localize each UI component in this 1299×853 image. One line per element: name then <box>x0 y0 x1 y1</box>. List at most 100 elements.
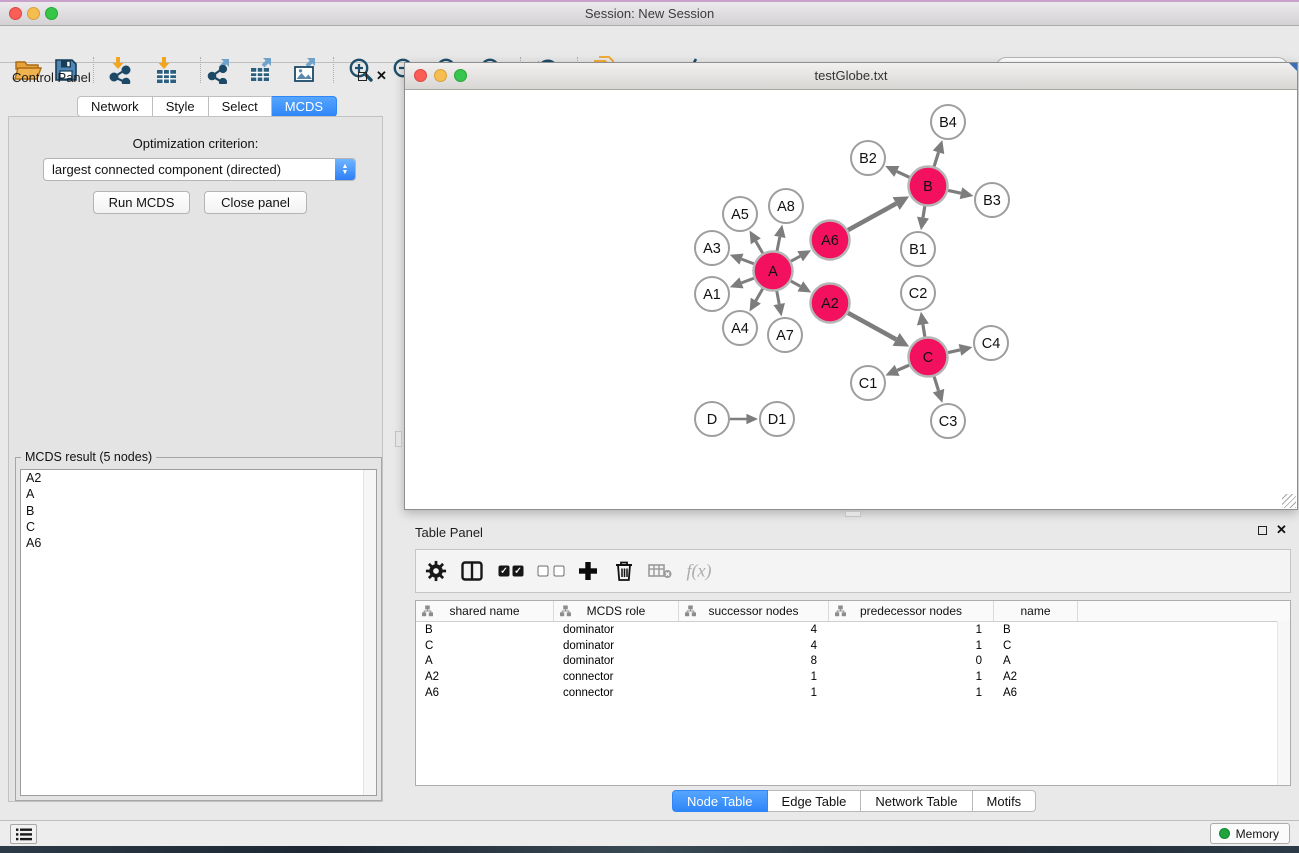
split-divider-grip[interactable] <box>395 431 402 447</box>
table-cell[interactable]: A6 <box>994 687 1078 699</box>
result-list-scrollbar[interactable] <box>363 470 376 795</box>
import-network-button[interactable] <box>102 54 138 86</box>
resize-grip-icon[interactable] <box>1282 494 1296 508</box>
zoom-in-button[interactable] <box>343 54 379 86</box>
edge-A-A6[interactable] <box>791 256 800 261</box>
tab-node-table[interactable]: Node Table <box>672 790 768 812</box>
table-row[interactable]: Cdominator41C <box>416 638 1290 654</box>
edge-A-A7[interactable] <box>777 291 779 304</box>
table-cell[interactable]: A2 <box>416 671 554 683</box>
column-header-predecessor-nodes[interactable]: predecessor nodes <box>829 601 994 621</box>
node-C[interactable]: C <box>909 338 948 377</box>
edge-A-A3[interactable] <box>741 259 753 264</box>
table-cell[interactable]: connector <box>554 687 679 699</box>
column-header-successor-nodes[interactable]: successor nodes <box>679 601 829 621</box>
table-cell[interactable]: 4 <box>679 640 829 652</box>
table-cell[interactable]: dominator <box>554 624 679 636</box>
node-C1[interactable]: C1 <box>851 366 885 400</box>
column-header-MCDS-role[interactable]: MCDS role <box>554 601 679 621</box>
mcds-result-list[interactable]: A2ABCA6 <box>20 469 377 796</box>
select-all-columns-button[interactable]: ✓ ✓ <box>499 566 524 577</box>
node-B2[interactable]: B2 <box>851 141 885 175</box>
table-cell[interactable]: A <box>416 655 554 667</box>
node-C3[interactable]: C3 <box>931 404 965 438</box>
node-A[interactable]: A <box>754 252 793 291</box>
tab-mcds[interactable]: MCDS <box>272 96 337 117</box>
table-cell[interactable]: C <box>994 640 1078 652</box>
edge-A-A5[interactable] <box>756 241 763 253</box>
column-header-name[interactable]: name <box>994 601 1078 621</box>
edge-A6-B[interactable] <box>848 204 896 231</box>
export-image-button[interactable] <box>287 54 323 86</box>
edge-A-A4[interactable] <box>756 289 763 301</box>
edge-A-A1[interactable] <box>741 278 753 283</box>
node-D[interactable]: D <box>695 402 729 436</box>
network-close-button[interactable] <box>414 69 427 82</box>
tab-network[interactable]: Network <box>77 96 153 117</box>
edge-A-A2[interactable] <box>791 281 800 286</box>
node-A1[interactable]: A1 <box>695 277 729 311</box>
network-window-titlebar[interactable]: testGlobe.txt <box>405 63 1297 90</box>
edge-C-C2[interactable] <box>923 324 925 336</box>
network-minimize-button[interactable] <box>434 69 447 82</box>
network-zoom-button[interactable] <box>454 69 467 82</box>
edge-B-B1[interactable] <box>923 206 925 217</box>
network-canvas[interactable]: B4B2BB3A5A8A6B1A3AA1C2A2A4A7C4CC1C3DD1 <box>405 90 1297 509</box>
mcds-result-item[interactable]: A6 <box>21 535 376 551</box>
edge-B-B4[interactable] <box>934 152 938 166</box>
node-A2[interactable]: A2 <box>811 284 850 323</box>
node-B3[interactable]: B3 <box>975 183 1009 217</box>
add-column-button[interactable] <box>578 561 598 581</box>
split-divider-grip[interactable] <box>845 511 861 517</box>
node-A4[interactable]: A4 <box>723 311 757 345</box>
table-cell[interactable]: 1 <box>829 687 994 699</box>
import-table-button[interactable] <box>148 54 184 86</box>
node-D1[interactable]: D1 <box>760 402 794 436</box>
table-panel-close-icon[interactable]: ✕ <box>1276 525 1287 534</box>
table-panel-float-icon[interactable] <box>1258 526 1267 535</box>
export-network-button[interactable] <box>201 54 237 86</box>
table-cell[interactable]: 1 <box>679 687 829 699</box>
node-B[interactable]: B <box>909 167 948 206</box>
column-header-shared-name[interactable]: shared name <box>416 601 554 621</box>
table-cell[interactable]: 1 <box>829 624 994 636</box>
node-B4[interactable]: B4 <box>931 105 965 139</box>
show-column-panel-button[interactable] <box>461 561 483 581</box>
delete-column-button[interactable] <box>614 560 634 582</box>
run-mcds-button[interactable]: Run MCDS <box>93 191 190 214</box>
table-settings-button[interactable] <box>425 560 448 583</box>
optimization-criterion-dropdown[interactable]: largest connected component (directed) ▲… <box>43 158 356 181</box>
mcds-result-item[interactable]: C <box>21 519 376 535</box>
node-A3[interactable]: A3 <box>695 231 729 265</box>
table-cell[interactable]: B <box>994 624 1078 636</box>
edge-B-B2[interactable] <box>897 171 910 177</box>
table-cell[interactable]: 8 <box>679 655 829 667</box>
table-cell[interactable]: C <box>416 640 554 652</box>
table-cell[interactable]: 1 <box>829 671 994 683</box>
tab-style[interactable]: Style <box>153 96 209 117</box>
tab-network-table[interactable]: Network Table <box>861 790 972 812</box>
control-panel-close-icon[interactable]: ✕ <box>376 71 387 80</box>
node-A8[interactable]: A8 <box>769 189 803 223</box>
function-builder-button[interactable]: f(x) <box>687 561 712 582</box>
edge-A-A8[interactable] <box>777 237 780 251</box>
table-cell[interactable]: A <box>994 655 1078 667</box>
table-scrollbar[interactable] <box>1277 621 1290 785</box>
tab-edge-table[interactable]: Edge Table <box>768 790 862 812</box>
mcds-result-item[interactable]: B <box>21 503 376 519</box>
close-panel-button[interactable]: Close panel <box>204 191 307 214</box>
tab-select[interactable]: Select <box>209 96 272 117</box>
network-graph[interactable]: B4B2BB3A5A8A6B1A3AA1C2A2A4A7C4CC1C3DD1 <box>405 90 1297 509</box>
table-cell[interactable]: 1 <box>829 640 994 652</box>
table-cell[interactable]: B <box>416 624 554 636</box>
table-cell[interactable]: connector <box>554 671 679 683</box>
mcds-result-item[interactable]: A <box>21 486 376 502</box>
table-row[interactable]: Bdominator41B <box>416 622 1290 638</box>
edge-C-C1[interactable] <box>897 365 909 370</box>
table-cell[interactable]: dominator <box>554 640 679 652</box>
edge-A2-C[interactable] <box>848 313 896 340</box>
edge-C-C3[interactable] <box>934 377 938 391</box>
node-A6[interactable]: A6 <box>811 221 850 260</box>
table-cell[interactable]: dominator <box>554 655 679 667</box>
node-C2[interactable]: C2 <box>901 276 935 310</box>
